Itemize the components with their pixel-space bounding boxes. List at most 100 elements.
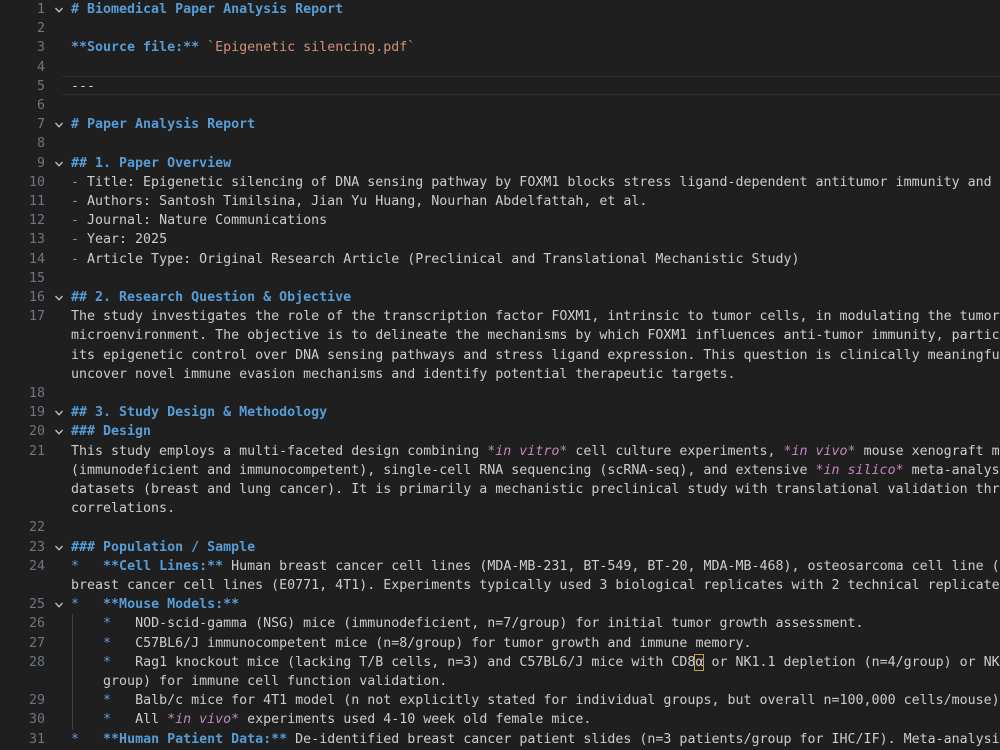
text-span: * <box>103 712 112 728</box>
text-span: Title: Epigenetic silencing of DNA sensi… <box>87 174 1000 190</box>
line-content: # Biomedical Paper Analysis Report <box>71 0 343 19</box>
line-number: 7 <box>36 117 45 133</box>
fold-chevron-icon[interactable] <box>52 0 66 19</box>
text-span: ### Design <box>71 424 152 440</box>
editor-line[interactable]: 23 ### Population / Sample <box>0 538 1000 557</box>
text-span: * <box>103 616 112 632</box>
editor-line[interactable]: 31 * **Human Patient Data:** De-identifie… <box>0 730 1000 749</box>
editor-line[interactable]: 26 * NOD-scid-gamma (NSG) mice (immunode… <box>0 614 1000 633</box>
text-span: meta-analysis o <box>911 462 1000 478</box>
editor-line[interactable]: 30 * All *in vivo* experiments used 4-10… <box>0 710 1000 729</box>
editor-line[interactable]: 12 - Journal: Nature Communications <box>0 211 1000 230</box>
line-content: # Paper Analysis Report <box>71 115 255 134</box>
line-content: * Rag1 knockout mice (lacking T/B cells,… <box>71 653 1000 672</box>
line-content: group) for immune cell function validati… <box>71 672 447 691</box>
line-content: - Title: Epigenetic silencing of DNA sen… <box>71 173 1000 192</box>
editor-line[interactable]: 13 - Year: 2025 <box>0 230 1000 249</box>
editor-line[interactable]: 10 - Title: Epigenetic silencing of DNA s… <box>0 173 1000 192</box>
line-content: * **Mouse Models:** <box>71 595 239 614</box>
editor-line[interactable]: its epigenetic control over DNA sensing … <box>0 346 1000 365</box>
editor-line[interactable]: 24 * **Cell Lines:** Human breast cancer … <box>0 557 1000 576</box>
editor-line[interactable]: 6 <box>0 96 1000 115</box>
text-span: * <box>71 597 80 613</box>
editor-line[interactable]: group) for immune cell function validati… <box>0 672 1000 691</box>
editor-line[interactable]: 28 * Rag1 knockout mice (lacking T/B cel… <box>0 653 1000 672</box>
text-span: **Mouse Models:** <box>103 597 240 613</box>
line-number: 1 <box>36 2 45 17</box>
editor-line[interactable]: 16 ## 2. Research Question & Objective <box>0 288 1000 307</box>
text-span <box>199 40 207 55</box>
text-span: datasets (breast and lung cancer). It is… <box>71 482 1000 497</box>
text-span: * <box>71 558 80 574</box>
fold-chevron-icon[interactable] <box>52 538 66 557</box>
text-span: `Epigenetic silencing.pdf` <box>207 40 416 56</box>
editor-line[interactable]: 20 ### Design <box>0 422 1000 441</box>
text-span: *in silico* <box>815 462 904 478</box>
fold-chevron-icon[interactable] <box>52 115 66 134</box>
editor-line[interactable]: 14 - Article Type: Original Research Arti… <box>0 250 1000 269</box>
line-content: uncover novel immune evasion mechanisms … <box>71 365 735 384</box>
editor-line[interactable]: (immunodeficient and immunocompetent), s… <box>0 461 1000 480</box>
fold-chevron-icon[interactable] <box>52 288 66 307</box>
text-span: mouse xenograft model <box>863 443 1000 459</box>
line-number: 4 <box>36 59 45 75</box>
editor-line[interactable]: 9 ## 1. Paper Overview <box>0 154 1000 173</box>
text-span: or NK1.1 depletion (n=4/group) or NKG2D <box>703 654 1000 670</box>
editor-line[interactable]: microenvironment. The objective is to de… <box>0 326 1000 345</box>
editor-line[interactable]: 11 - Authors: Santosh Timilsina, Jian Yu … <box>0 192 1000 211</box>
editor-line[interactable]: breast cancer cell lines (E0771, 4T1). E… <box>0 576 1000 595</box>
text-span: experiments used 4-10 week old female mi… <box>239 712 592 728</box>
line-content: ## 2. Research Question & Objective <box>71 288 351 307</box>
editor-line[interactable]: 21 This study employs a multi-faceted des… <box>0 442 1000 461</box>
editor-line[interactable]: uncover novel immune evasion mechanisms … <box>0 365 1000 384</box>
editor-line[interactable]: 2 <box>0 19 1000 38</box>
text-span <box>71 636 103 651</box>
line-content: * Balb/c mice for 4T1 model (n not expli… <box>71 691 1000 710</box>
text-span <box>71 616 103 631</box>
text-span: * <box>103 693 112 709</box>
editor-line[interactable]: 18 <box>0 384 1000 403</box>
line-number: 14 <box>28 251 45 267</box>
fold-chevron-icon[interactable] <box>52 595 66 614</box>
editor-line[interactable]: datasets (breast and lung cancer). It is… <box>0 480 1000 499</box>
editor-line[interactable]: correlations. <box>0 499 1000 518</box>
line-number: 20 <box>28 424 45 440</box>
text-span: correlations. <box>71 501 176 517</box>
text-span <box>79 559 103 574</box>
text-span: **Cell Lines:** <box>103 558 224 574</box>
fold-chevron-icon[interactable] <box>52 403 66 422</box>
fold-chevron-icon[interactable] <box>52 422 66 441</box>
editor-line[interactable]: 25 * **Mouse Models:** <box>0 595 1000 614</box>
line-content: - Article Type: Original Research Articl… <box>71 250 800 269</box>
editor-line[interactable]: 8 <box>0 134 1000 153</box>
editor-line[interactable]: 17 The study investigates the role of the… <box>0 307 1000 326</box>
editor-line[interactable]: 1 # Biomedical Paper Analysis Report <box>0 0 1000 19</box>
line-number: 24 <box>28 558 45 574</box>
line-content: - Year: 2025 <box>71 230 167 249</box>
editor-line[interactable]: 4 <box>0 58 1000 77</box>
markdown-editor[interactable]: 1 # Biomedical Paper Analysis Report 2 3 **S… <box>0 0 1000 750</box>
line-number: 3 <box>36 40 45 56</box>
line-number: 19 <box>28 405 45 421</box>
text-span <box>79 732 103 747</box>
text-span: Article Type: Original Research Article … <box>87 251 800 267</box>
editor-line[interactable]: 7 # Paper Analysis Report <box>0 115 1000 134</box>
editor-line[interactable]: 22 <box>0 518 1000 537</box>
fold-chevron-icon[interactable] <box>52 154 66 173</box>
text-span: De-identified breast cancer patient slid… <box>287 731 1000 747</box>
text-span: The study investigates the role of the t… <box>71 309 1000 325</box>
editor-line[interactable]: 3 **Source file:** `Epigenetic silencing.… <box>0 38 1000 57</box>
editor-line[interactable]: 29 * Balb/c mice for 4T1 model (n not ex… <box>0 691 1000 710</box>
editor-line[interactable]: 19 ## 3. Study Design & Methodology <box>0 403 1000 422</box>
editor-line[interactable]: 5 --- <box>0 77 1000 96</box>
editor-line[interactable]: 27 * C57BL6/J immunocompetent mice (n=8/… <box>0 634 1000 653</box>
line-content: breast cancer cell lines (E0771, 4T1). E… <box>71 576 1000 595</box>
text-span: # Paper Analysis Report <box>71 117 256 133</box>
text-span: **Source file:** <box>71 40 200 56</box>
line-content: correlations. <box>71 499 175 518</box>
line-number: 23 <box>28 539 45 555</box>
text-span: (immunodeficient and immunocompetent), s… <box>71 462 816 478</box>
editor-line[interactable]: 15 <box>0 269 1000 288</box>
text-span: Year: 2025 <box>87 232 168 248</box>
text-span: **Human Patient Data:** <box>103 731 288 747</box>
